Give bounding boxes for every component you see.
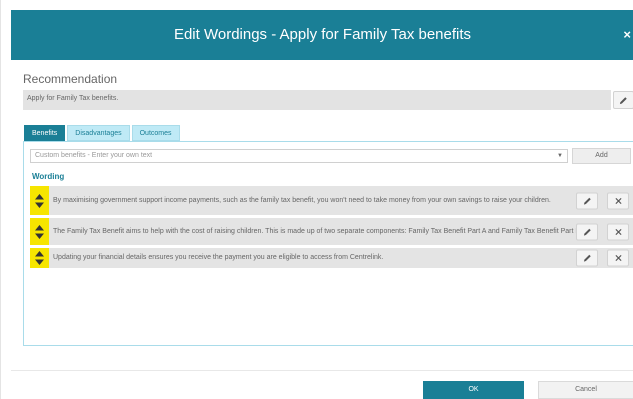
close-icon[interactable]: × [623,27,631,42]
pencil-icon [583,228,591,236]
sort-arrows-icon[interactable] [30,248,49,268]
cancel-button[interactable]: Cancel [538,381,633,399]
recommendation-text: Apply for Family Tax benefits. [23,90,611,110]
recommendation-heading: Recommendation [23,72,118,86]
delete-wording-button[interactable] [607,223,629,240]
edit-wording-button[interactable] [576,223,598,240]
pencil-icon [583,197,591,205]
wording-row: Updating your financial details ensures … [30,248,633,268]
edit-wordings-dialog: Edit Wordings - Apply for Family Tax ben… [0,0,633,399]
select-value: Custom benefits - Enter your own text [35,152,153,159]
wording-row: The Family Tax Benefit aims to help with… [30,218,633,245]
close-icon [614,228,622,235]
dialog-header: Edit Wordings - Apply for Family Tax ben… [11,10,633,60]
close-icon [614,197,622,204]
edit-recommendation-button[interactable] [613,91,633,109]
footer-divider [11,370,633,371]
wording-list: By maximising government support income … [30,186,633,271]
edit-wording-button[interactable] [576,192,598,209]
wording-text: Updating your financial details ensures … [53,254,384,261]
wording-tabs: Benefits Disadvantages Outcomes [24,125,182,141]
caret-down-icon: ▼ [557,153,563,159]
dialog-title: Edit Wordings - Apply for Family Tax ben… [173,26,472,43]
close-icon [614,254,622,262]
sort-arrows-icon[interactable] [30,186,49,215]
sort-arrows-icon[interactable] [30,218,49,245]
wording-label: Wording [32,172,65,181]
tab-outcomes[interactable]: Outcomes [131,125,180,141]
tab-benefits[interactable]: Benefits [24,125,66,141]
delete-wording-button[interactable] [607,249,629,267]
wording-text: The Family Tax Benefit aims to help with… [53,227,583,235]
ok-button[interactable]: OK [423,381,524,399]
pencil-icon [619,96,627,104]
delete-wording-button[interactable] [607,192,629,209]
add-button[interactable]: Add [572,148,631,164]
wording-text: By maximising government support income … [53,196,551,204]
benefit-type-select[interactable]: Custom benefits - Enter your own text ▼ [30,149,568,163]
tab-disadvantages[interactable]: Disadvantages [67,125,130,141]
edit-wording-button[interactable] [576,249,598,267]
pencil-icon [583,254,591,262]
wording-row: By maximising government support income … [30,186,633,215]
